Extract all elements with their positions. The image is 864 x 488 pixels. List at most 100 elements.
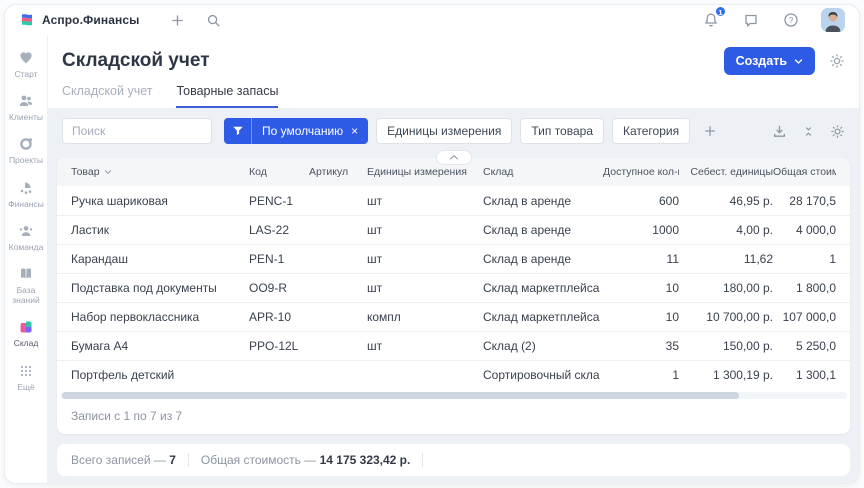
tab-product-stocks[interactable]: Товарные запасы bbox=[176, 84, 278, 108]
sidebar-item-team[interactable]: Команда bbox=[5, 216, 47, 259]
cell-product: Бумага А4 bbox=[71, 339, 249, 353]
table-row[interactable]: Портфель детский Сортировочный скла 1 1 … bbox=[57, 360, 850, 389]
column-header-unit-cost[interactable]: Себест. единицы bbox=[679, 166, 773, 178]
book-icon bbox=[18, 266, 34, 282]
cell-product: Подставка под документы bbox=[71, 281, 249, 295]
cell-unit-cost: 180,00 р. bbox=[679, 281, 773, 295]
sidebar-item-knowledge-base[interactable]: База знаний bbox=[5, 259, 47, 312]
cell-unit-cost: 4,00 р. bbox=[679, 223, 773, 237]
column-header-product[interactable]: Товар bbox=[71, 166, 249, 178]
tab-bar: Складской учет Товарные запасы bbox=[62, 84, 845, 108]
cell-product: Ручка шариковая bbox=[71, 194, 249, 208]
sidebar: Старт Клиенты Проекты Финансы bbox=[5, 35, 48, 483]
sidebar-item-warehouse[interactable]: Склад bbox=[5, 312, 47, 355]
column-header-total-cost[interactable]: Общая стоим bbox=[773, 166, 836, 178]
notification-badge: 1 bbox=[715, 6, 726, 17]
sidebar-item-more[interactable]: Ещё bbox=[5, 356, 47, 399]
cell-available-qty: 1000 bbox=[603, 223, 679, 237]
cell-unit-cost: 150,00 р. bbox=[679, 339, 773, 353]
chevron-down-icon bbox=[794, 58, 803, 65]
warehouse-icon bbox=[18, 319, 34, 335]
search-input[interactable] bbox=[62, 118, 212, 144]
app-window: Аспро.Финансы 1 bbox=[4, 4, 860, 484]
chevron-up-icon bbox=[449, 154, 459, 161]
cell-product: Ластик bbox=[71, 223, 249, 237]
cell-unit: шт bbox=[367, 339, 483, 353]
horizontal-scrollbar[interactable] bbox=[60, 392, 847, 399]
cell-total-cost: 5 250,0 bbox=[773, 339, 836, 353]
cell-available-qty: 10 bbox=[603, 310, 679, 324]
cell-product: Портфель детский bbox=[71, 368, 249, 382]
table-row[interactable]: Ластик LAS-22 шт Склад в аренде 1000 4,0… bbox=[57, 215, 850, 244]
sidebar-item-finances[interactable]: Финансы bbox=[5, 173, 47, 216]
table-row[interactable]: Карандаш PEN-1 шт Склад в аренде 11 11,6… bbox=[57, 244, 850, 273]
summary-divider bbox=[188, 453, 189, 467]
scrollbar-thumb[interactable] bbox=[62, 392, 739, 399]
cell-warehouse: Склад (2) bbox=[483, 339, 603, 353]
finances-icon bbox=[18, 180, 34, 196]
cell-unit: компл bbox=[367, 310, 483, 324]
create-button[interactable]: Создать bbox=[724, 47, 815, 75]
svg-text:?: ? bbox=[789, 15, 794, 25]
cell-code: OO9-R bbox=[249, 281, 309, 295]
user-avatar[interactable] bbox=[821, 8, 845, 32]
column-header-article[interactable]: Артикул bbox=[309, 166, 367, 178]
active-filter-chip[interactable]: По умолчанию × bbox=[224, 118, 368, 144]
filter-button-units[interactable]: Единицы измерения bbox=[376, 118, 512, 144]
cell-available-qty: 600 bbox=[603, 194, 679, 208]
cell-unit-cost: 10 700,00 р. bbox=[679, 310, 773, 324]
summary-divider bbox=[422, 453, 423, 467]
filter-button-category[interactable]: Категория bbox=[612, 118, 690, 144]
cell-available-qty: 11 bbox=[603, 252, 679, 266]
cell-code: PPO-12L bbox=[249, 339, 309, 353]
cell-warehouse: Склад в аренде bbox=[483, 252, 603, 266]
column-header-available-qty[interactable]: Доступное кол-во bbox=[603, 166, 679, 178]
clients-icon bbox=[18, 93, 34, 109]
page-title: Складской учет bbox=[62, 50, 210, 72]
cell-warehouse: Склад в аренде bbox=[483, 194, 603, 208]
sidebar-item-clients[interactable]: Клиенты bbox=[5, 86, 47, 129]
add-filter-icon[interactable] bbox=[698, 119, 722, 143]
table-row[interactable]: Подставка под документы OO9-R шт Склад м… bbox=[57, 273, 850, 302]
notifications-button[interactable]: 1 bbox=[701, 10, 721, 30]
cell-code: LAS-22 bbox=[249, 223, 309, 237]
sidebar-item-projects[interactable]: Проекты bbox=[5, 129, 47, 172]
app-name: Аспро.Финансы bbox=[42, 13, 139, 27]
table-row[interactable]: Ручка шариковая PENC-1 шт Склад в аренде… bbox=[57, 186, 850, 215]
remove-filter-icon[interactable]: × bbox=[351, 125, 358, 137]
cell-total-cost: 1 300,1 bbox=[773, 368, 836, 382]
cell-available-qty: 10 bbox=[603, 281, 679, 295]
active-filter-label: По умолчанию bbox=[262, 124, 343, 138]
cell-code: PEN-1 bbox=[249, 252, 309, 266]
funnel-icon[interactable] bbox=[224, 118, 252, 144]
table-settings-gear-icon[interactable] bbox=[830, 124, 845, 139]
summary-bar: Всего записей — 7 Общая стоимость — 14 1… bbox=[57, 444, 850, 476]
cell-total-cost: 28 170,5 bbox=[773, 194, 836, 208]
column-header-code[interactable]: Код bbox=[249, 166, 309, 178]
cell-unit: шт bbox=[367, 223, 483, 237]
quick-add-button[interactable] bbox=[167, 10, 187, 30]
cell-unit-cost: 1 300,19 р. bbox=[679, 368, 773, 382]
collapse-filters-pill[interactable] bbox=[436, 150, 472, 165]
help-icon[interactable]: ? bbox=[781, 10, 801, 30]
app-logo[interactable]: Аспро.Финансы bbox=[19, 12, 139, 28]
page-settings-gear-icon[interactable] bbox=[829, 53, 845, 69]
cell-warehouse: Склад маркетплейса bbox=[483, 310, 603, 324]
table-body: Ручка шариковая PENC-1 шт Склад в аренде… bbox=[57, 186, 850, 389]
team-icon bbox=[18, 223, 34, 239]
sidebar-item-start[interactable]: Старт bbox=[5, 43, 47, 86]
tab-warehouse-accounting[interactable]: Складской учет bbox=[62, 84, 152, 108]
table-row[interactable]: Набор первоклассника APR-10 компл Склад … bbox=[57, 302, 850, 331]
column-header-units[interactable]: Единицы измерения bbox=[367, 166, 483, 178]
filter-button-product-type[interactable]: Тип товара bbox=[520, 118, 604, 144]
search-icon[interactable] bbox=[203, 10, 223, 30]
projects-icon bbox=[18, 136, 34, 152]
total-records-value: 7 bbox=[169, 453, 176, 467]
table-row[interactable]: Бумага А4 PPO-12L шт Склад (2) 35 150,00… bbox=[57, 331, 850, 360]
chat-icon[interactable] bbox=[741, 10, 761, 30]
cell-unit-cost: 46,95 р. bbox=[679, 194, 773, 208]
column-header-warehouse[interactable]: Склад bbox=[483, 166, 603, 178]
cell-unit: шт bbox=[367, 252, 483, 266]
collapse-rows-icon[interactable] bbox=[802, 125, 815, 138]
export-download-icon[interactable] bbox=[772, 124, 787, 139]
